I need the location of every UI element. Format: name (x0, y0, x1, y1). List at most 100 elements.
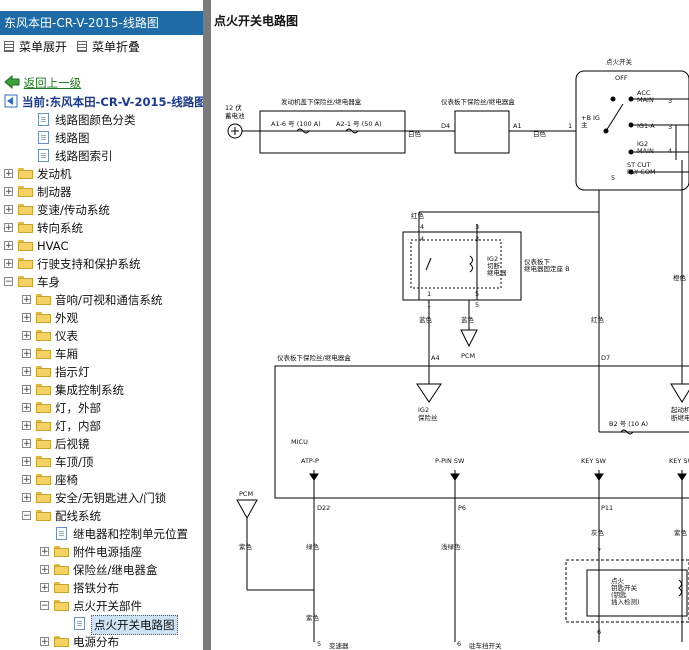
tree-item-label: 外观 (55, 311, 78, 325)
switch-pin-4: 4 (668, 147, 672, 155)
under-hood-box-label: 发动机盖下保险丝/继电器盒 (281, 97, 362, 106)
expand-toggle-icon[interactable]: + (4, 223, 13, 233)
expand-toggle-icon[interactable]: + (40, 565, 49, 575)
expand-toggle-icon[interactable]: + (22, 295, 31, 305)
expand-toggle-icon[interactable]: + (22, 313, 31, 323)
tree-item[interactable]: + 附件电源插座 (0, 543, 205, 561)
switch-off: OFF (615, 74, 628, 82)
back-link[interactable]: 返回上一级 (4, 74, 81, 92)
tree-item[interactable]: 继电器和控制单元位置 (0, 525, 205, 543)
expand-toggle-icon[interactable]: + (22, 439, 31, 449)
collapse-all-button[interactable]: 菜单折叠 (77, 40, 140, 54)
tree-item[interactable]: + 灯，外部 (0, 399, 205, 417)
tree-item-label: 附件电源插座 (73, 545, 142, 559)
tree-item-label: 灯，内部 (55, 419, 101, 433)
folder-icon (36, 312, 51, 323)
tree-item-label: 线路图索引 (55, 149, 113, 163)
expand-toggle-icon[interactable]: + (4, 187, 13, 197)
tree-item[interactable]: + 制动器 (0, 183, 205, 201)
wire-red-1: 红色 (411, 211, 425, 220)
tree-item[interactable]: + 车顶/顶 (0, 453, 205, 471)
tree-item[interactable]: + 集成控制系统 (0, 381, 205, 399)
switch-pin-3b: 3 (668, 123, 672, 131)
ig2-relay-label-3: 继电器 (487, 268, 507, 277)
back-arrow-icon (4, 74, 20, 90)
collapse-toggle-icon[interactable]: − (40, 601, 49, 611)
relay-pin-1a: 1 (427, 290, 431, 298)
tree-item[interactable]: + 仪表 (0, 327, 205, 345)
tree-item-label: 变速/传动系统 (37, 203, 110, 217)
tree-item[interactable]: − 配线系统 (0, 507, 205, 525)
folder-icon (36, 438, 51, 449)
expand-toggle-icon[interactable]: + (22, 475, 31, 485)
relay-pin-4b: 4 (420, 235, 424, 243)
switch-pin-5: 5 (611, 174, 615, 182)
splitter-bar[interactable] (203, 0, 211, 650)
wire-lightgreen-1: 浅绿色 (441, 542, 461, 551)
tree-item[interactable]: 线路图索引 (0, 147, 205, 165)
tree-item[interactable]: + 后视镜 (0, 435, 205, 453)
expand-all-button[interactable]: 菜单展开 (4, 40, 67, 54)
under-dash-box-mid-label: 仪表板下保险丝/继电器盒 (277, 353, 351, 362)
folder-icon (18, 240, 33, 251)
expand-toggle-icon[interactable]: + (4, 259, 13, 269)
navigation-panel: 东风本田-CR-V-2015-线路图 菜单展开 菜单折叠 返回上一级 当前:东风… (0, 0, 212, 650)
folder-icon (36, 402, 51, 413)
expand-toggle-icon[interactable]: + (4, 169, 13, 179)
tree-item[interactable]: + 转向系统 (0, 219, 205, 237)
starter-cut-relay-2: 断继电器 (671, 413, 689, 422)
key-switch-label-4: 插入检测) (611, 597, 640, 606)
tree-item[interactable]: + 座椅 (0, 471, 205, 489)
switch-ig1a: IG1-A (637, 122, 655, 130)
tree-item[interactable]: + 车厢 (0, 345, 205, 363)
bottom-label-1: 变速器 (329, 641, 349, 650)
folder-icon (36, 366, 51, 377)
expand-toggle-icon[interactable]: + (22, 403, 31, 413)
tree-item-label: 配线系统 (55, 509, 101, 523)
tree-item[interactable]: − 车身 (0, 273, 205, 291)
expand-toggle-icon[interactable]: + (22, 493, 31, 503)
expand-toggle-icon[interactable]: + (22, 421, 31, 431)
tree-item[interactable]: + 保险丝/继电器盒 (0, 561, 205, 579)
relay-pin-3a: 3 (475, 223, 479, 231)
expand-toggle-icon[interactable]: + (4, 205, 13, 215)
tree-item[interactable]: + 安全/无钥匙进入/门锁 (0, 489, 205, 507)
tree-item[interactable]: 点火开关电路图 (0, 615, 205, 635)
fuse-a16-label: A1-6 号 (100 A) (271, 120, 321, 128)
folder-icon (18, 222, 33, 233)
tree-item[interactable]: + 行驶支持和保护系统 (0, 255, 205, 273)
folder-icon (54, 600, 69, 611)
tree-item[interactable]: − 点火开关部件 (0, 597, 205, 615)
expand-toggle-icon[interactable]: + (22, 331, 31, 341)
expand-toggle-icon[interactable]: + (40, 583, 49, 593)
expand-toggle-icon[interactable]: + (40, 637, 49, 647)
tree-item[interactable]: 线路图 (0, 129, 205, 147)
tree-item[interactable]: + 电源分布 (0, 633, 205, 650)
collapse-toggle-icon[interactable]: − (4, 277, 13, 287)
wire-purple-3: 紫色 (306, 613, 320, 622)
expand-toggle-icon[interactable]: + (4, 241, 13, 251)
folder-icon (18, 204, 33, 215)
starter-cut-relay-1: 起动机切 (671, 405, 689, 414)
tree-item[interactable]: + 搭铁分布 (0, 579, 205, 597)
expand-toggle-icon[interactable]: + (22, 349, 31, 359)
tree-item[interactable]: + 变速/传动系统 (0, 201, 205, 219)
menu-expand-icon (4, 41, 14, 52)
current-location: 当前:东风本田-CR-V-2015-线路图 (4, 93, 206, 111)
expand-toggle-icon[interactable]: + (22, 457, 31, 467)
expand-toggle-icon[interactable]: + (22, 385, 31, 395)
expand-toggle-icon[interactable]: + (22, 367, 31, 377)
tree-item[interactable]: + 指示灯 (0, 363, 205, 381)
tree-item-label: 制动器 (37, 185, 72, 199)
expand-toggle-icon[interactable]: + (40, 547, 49, 557)
collapse-toggle-icon[interactable]: − (22, 511, 31, 521)
tree-item[interactable]: 线路图颜色分类 (0, 111, 205, 129)
fuse-b2-label: B2 号 (10 A) (609, 420, 648, 428)
tree-item[interactable]: + 外观 (0, 309, 205, 327)
tree-item[interactable]: + HVAC (0, 237, 205, 255)
tree-item[interactable]: + 灯，内部 (0, 417, 205, 435)
switch-acc-main: MAIN (637, 96, 654, 104)
tree-item[interactable]: + 音响/可视和通信系统 (0, 291, 205, 309)
tree-item-label: 线路图颜色分类 (55, 113, 136, 127)
tree-item[interactable]: + 发动机 (0, 165, 205, 183)
